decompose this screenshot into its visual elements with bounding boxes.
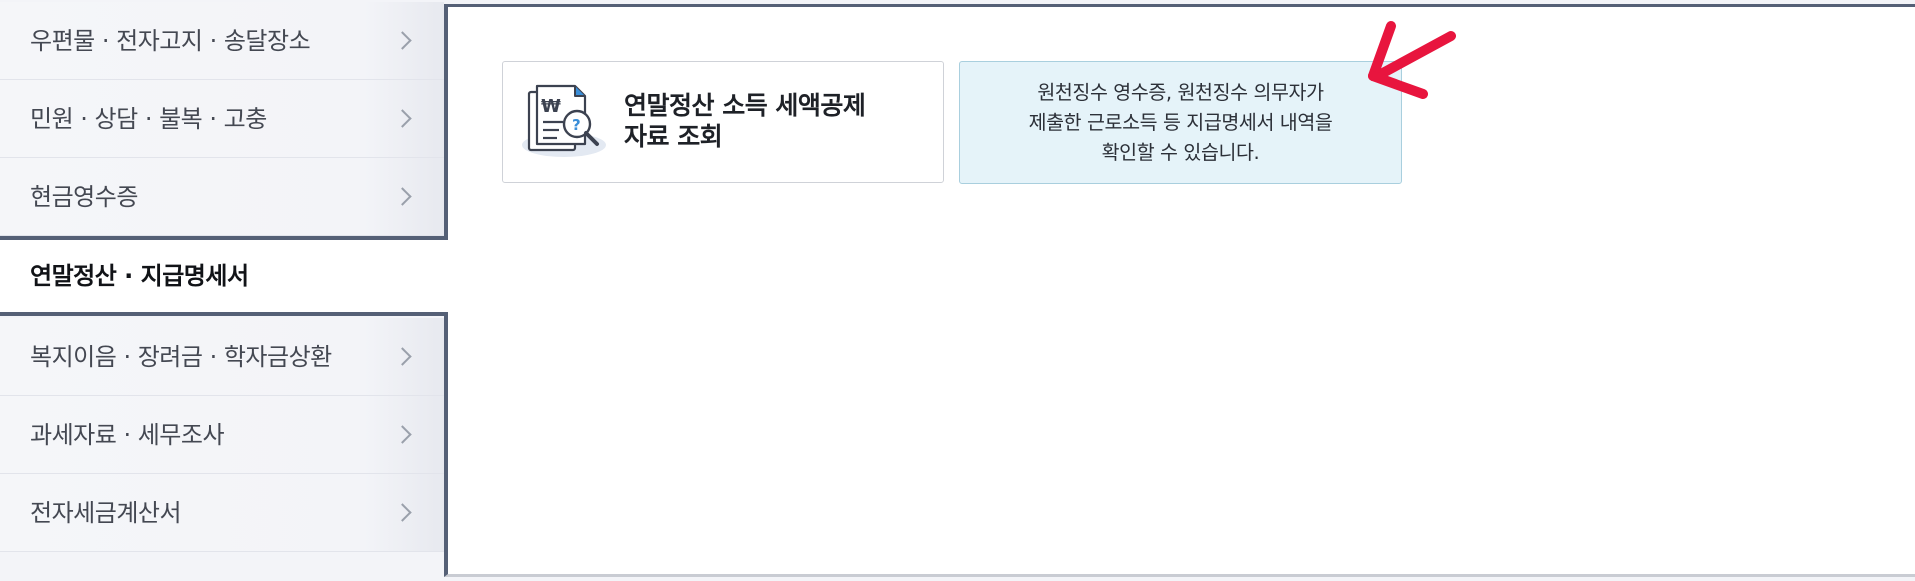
card-title: 연말정산 소득 세액공제 자료 조회: [624, 90, 924, 152]
sidebar-menu: 우편물 · 전자고지 · 송달장소 민원 · 상담 · 불복 · 고충 현금영수…: [0, 0, 448, 581]
sidebar-item-year-end-settlement[interactable]: 연말정산 · 지급명세서: [0, 236, 448, 316]
card-title-line-1: 연말정산 소득 세액공제: [624, 91, 866, 120]
svg-text:?: ?: [572, 116, 581, 134]
sidebar-item-label: 복지이음 · 장려금 · 학자금상환: [30, 343, 332, 371]
chevron-right-icon: [393, 425, 412, 444]
sidebar-item-label: 과세자료 · 세무조사: [30, 421, 225, 449]
sidebar-item-label: 우편물 · 전자고지 · 송달장소: [30, 27, 311, 55]
sidebar-item-label: 현금영수증: [30, 183, 138, 211]
tooltip-line-2: 제출한 근로소득 등 지급명세서 내역을: [1028, 111, 1333, 134]
svg-text:₩: ₩: [541, 96, 561, 117]
chevron-right-icon: [393, 503, 412, 522]
year-end-tax-data-card[interactable]: ₩ ? 연말정산 소득 세액공제 자료 조회: [502, 61, 944, 183]
card-description-tooltip: 원천징수 영수증, 원천징수 의무자가 제출한 근로소득 등 지급명세서 내역을…: [959, 61, 1402, 184]
tooltip-line-1: 원천징수 영수증, 원천징수 의무자가: [1037, 81, 1324, 104]
sidebar-item-label: 전자세금계산서: [30, 499, 182, 527]
tooltip-line-3: 확인할 수 있습니다.: [1101, 141, 1260, 164]
chevron-right-icon: [393, 109, 412, 128]
card-title-line-2: 자료 조회: [624, 122, 723, 151]
chevron-right-icon: [393, 347, 412, 366]
sidebar-item-e-tax-invoice[interactable]: 전자세금계산서: [0, 474, 444, 552]
chevron-right-icon: [393, 187, 412, 206]
document-search-icon: ₩ ?: [519, 82, 609, 162]
sidebar-item-mail-notice[interactable]: 우편물 · 전자고지 · 송달장소: [0, 2, 444, 80]
sidebar-item-cash-receipt[interactable]: 현금영수증: [0, 158, 444, 236]
tooltip-text: 원천징수 영수증, 원천징수 의무자가 제출한 근로소득 등 지급명세서 내역을…: [970, 78, 1391, 168]
sidebar-item-label: 연말정산 · 지급명세서: [30, 262, 249, 290]
sidebar-item-welfare-incentive[interactable]: 복지이음 · 장려금 · 학자금상환: [0, 318, 444, 396]
sidebar-item-label: 민원 · 상담 · 불복 · 고충: [30, 105, 267, 133]
sidebar-item-tax-audit[interactable]: 과세자료 · 세무조사: [0, 396, 444, 474]
sidebar-item-civil-complaint[interactable]: 민원 · 상담 · 불복 · 고충: [0, 80, 444, 158]
chevron-right-icon: [393, 31, 412, 50]
pointer-arrow-icon: [1355, 14, 1465, 104]
